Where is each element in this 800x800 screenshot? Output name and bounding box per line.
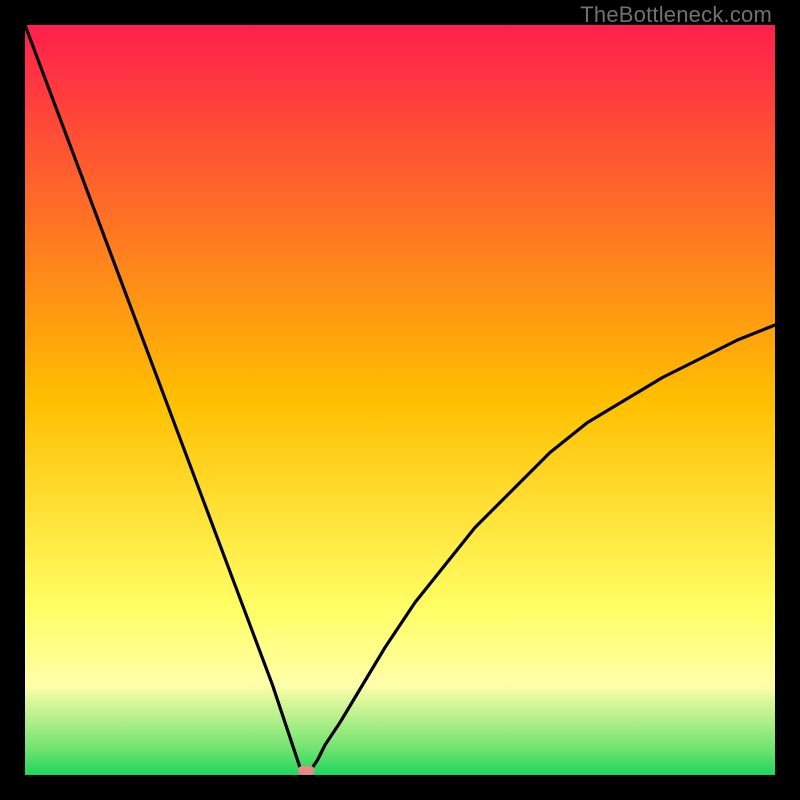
- bottleneck-chart: [25, 25, 775, 775]
- chart-background: [25, 25, 775, 775]
- watermark-text: TheBottleneck.com: [580, 2, 772, 28]
- vertex-marker: [298, 766, 315, 775]
- chart-frame: [25, 25, 775, 775]
